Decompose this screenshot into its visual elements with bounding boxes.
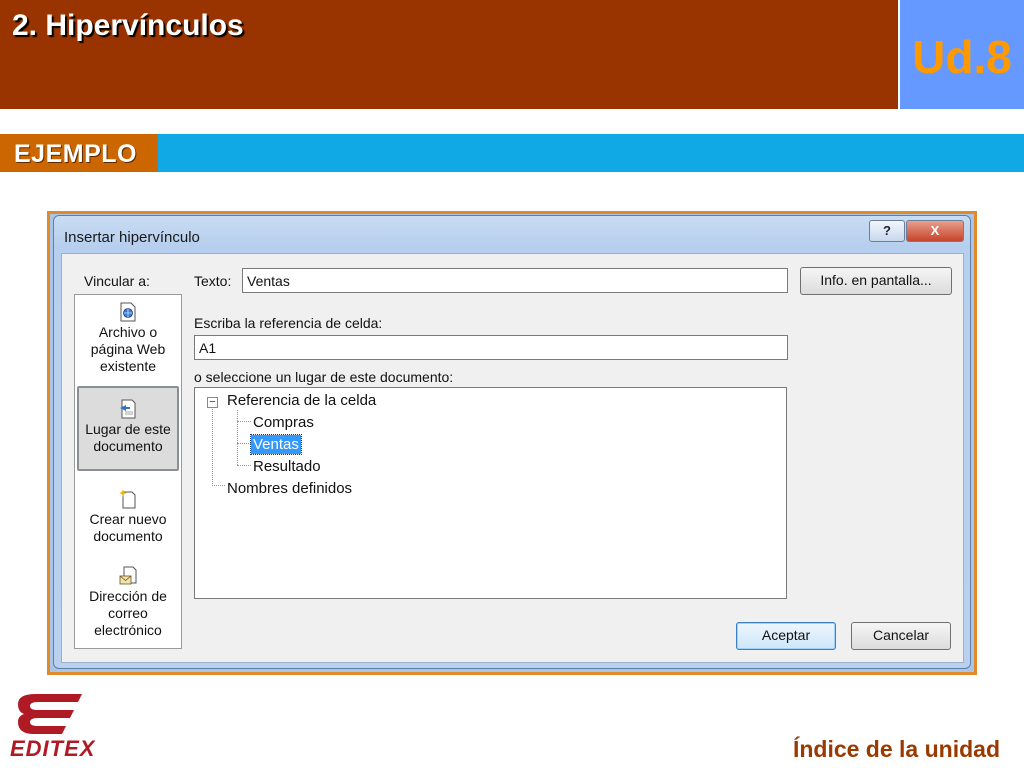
nav-label-line: documento: [93, 438, 163, 454]
tree-node-ventas[interactable]: Ventas: [250, 434, 302, 455]
logo-text: EDITEX: [10, 736, 96, 761]
nav-label-line: Crear nuevo: [89, 511, 167, 527]
screentip-button[interactable]: Info. en pantalla...: [800, 267, 952, 295]
dialog-client-area: Vincular a: Archivo o página Web existen…: [61, 253, 964, 663]
section-tab: EJEMPLO: [0, 134, 158, 172]
text-label: Texto:: [194, 273, 232, 289]
tree-guide-line: [212, 409, 213, 486]
nav-label-line: electrónico: [94, 622, 162, 638]
nav-label-line: Lugar de este: [85, 421, 171, 437]
document-place-icon: [120, 399, 136, 419]
nav-item-new-document[interactable]: Crear nuevo documento: [77, 487, 179, 557]
place-label: o seleccione un lugar de este documento:: [194, 369, 454, 385]
nav-item-place-in-document[interactable]: Lugar de este documento: [77, 386, 179, 471]
unit-label: Ud.8: [912, 31, 1012, 83]
section-label: EJEMPLO: [14, 140, 137, 168]
new-document-icon: [119, 489, 136, 509]
nav-label-line: Dirección de: [89, 588, 167, 604]
email-icon: [119, 566, 137, 585]
unit-index-link[interactable]: Índice de la unidad: [793, 736, 1000, 763]
close-button[interactable]: X: [906, 220, 964, 242]
header-band: 2. Hipervínculos: [0, 0, 898, 109]
cell-reference-label: Escriba la referencia de celda:: [194, 315, 383, 331]
nav-label-line: correo: [108, 605, 148, 621]
tree-guide-line: [237, 465, 251, 466]
slide-title: 2. Hipervínculos: [12, 9, 244, 42]
link-to-label: Vincular a:: [84, 273, 150, 289]
cell-reference-input[interactable]: [194, 335, 788, 360]
unit-badge: Ud.8: [900, 0, 1024, 109]
slide: 2. Hipervínculos Ud.8 EJEMPLO Insertar h…: [0, 0, 1024, 768]
section-band: [158, 134, 1024, 172]
tree-guide-line: [237, 443, 251, 444]
nav-label-line: página Web: [90, 341, 166, 357]
web-page-file-icon: [120, 302, 136, 322]
text-to-display-input[interactable]: [242, 268, 788, 293]
tree-node-defined-names[interactable]: Nombres definidos: [227, 479, 352, 498]
ok-button[interactable]: Aceptar: [736, 622, 836, 650]
cancel-button[interactable]: Cancelar: [851, 622, 951, 650]
nav-label-line: Archivo o: [98, 324, 158, 340]
document-place-tree[interactable]: − Referencia de la celda Compras Ventas …: [194, 387, 787, 599]
help-button[interactable]: ?: [869, 220, 905, 242]
nav-label-line: documento: [93, 528, 163, 544]
link-to-panel: Archivo o página Web existente Lugar de …: [74, 294, 182, 649]
tree-node-compras[interactable]: Compras: [253, 413, 314, 432]
nav-item-email[interactable]: Dirección de correo electrónico: [77, 564, 179, 646]
dialog-title: Insertar hipervínculo: [64, 229, 200, 246]
nav-item-existing-file[interactable]: Archivo o página Web existente: [77, 299, 179, 381]
tree-guide-line: [237, 410, 238, 465]
tree-node-cell-reference[interactable]: Referencia de la celda: [227, 391, 376, 410]
tree-guide-line: [237, 421, 251, 422]
nav-label-line: existente: [99, 358, 157, 374]
tree-guide-line: [212, 485, 225, 486]
tree-node-resultado[interactable]: Resultado: [253, 457, 321, 476]
collapse-toggle[interactable]: −: [207, 397, 218, 408]
insert-hyperlink-dialog: Insertar hipervínculo ? X Vincular a: Ar…: [53, 215, 971, 669]
